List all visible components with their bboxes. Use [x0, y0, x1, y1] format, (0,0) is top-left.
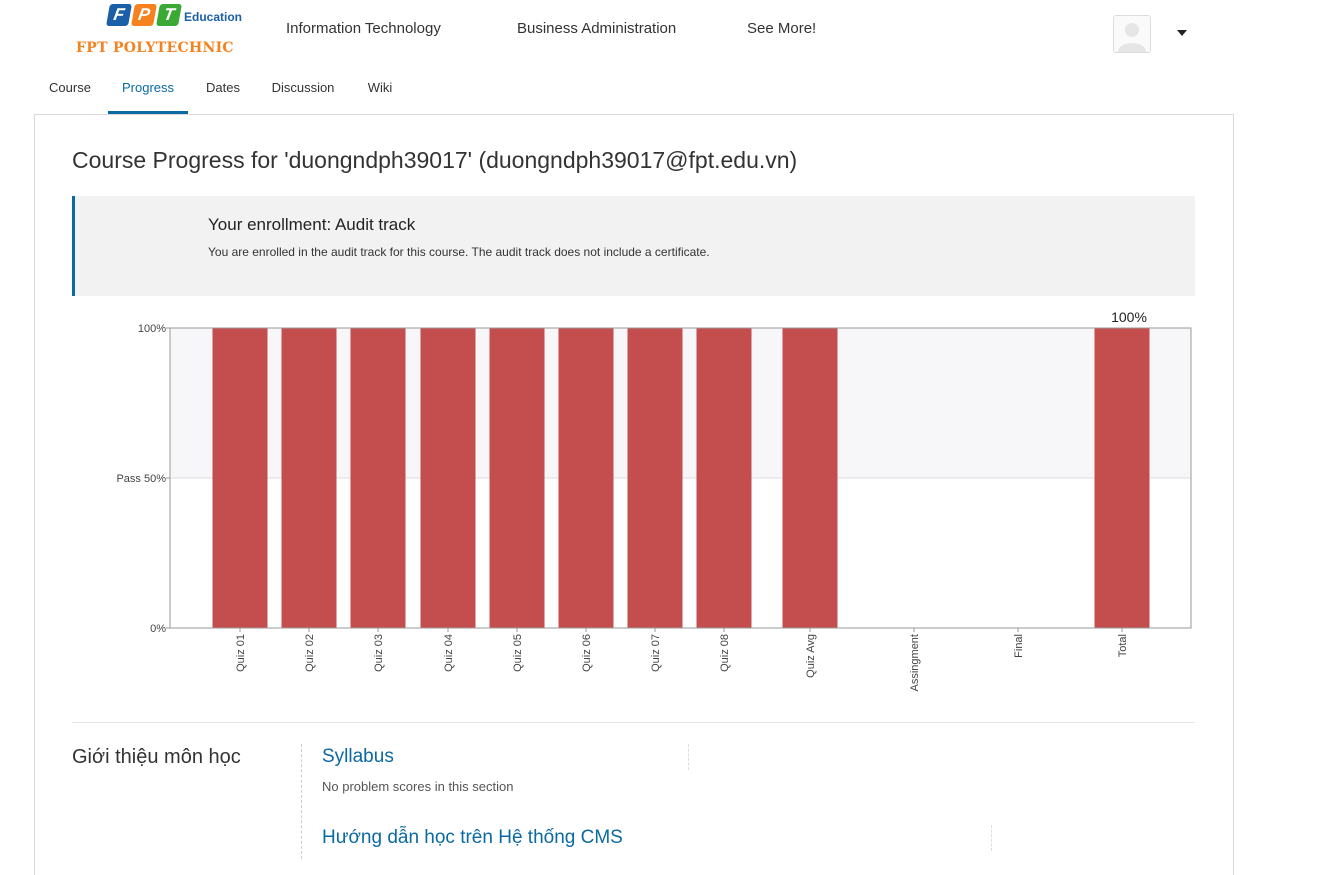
chapter-separator	[301, 744, 302, 859]
subsection-syllabus-note: No problem scores in this section	[322, 779, 514, 794]
subsection-cms-guide-link[interactable]: Hướng dẫn học trên Hệ thống CMS	[322, 827, 623, 849]
subsection-separator	[991, 825, 992, 851]
logo-polytechnic-label: FPT POLYTECHNIC	[76, 40, 234, 56]
fpt-letters: F P T	[106, 4, 182, 26]
logo-letter-p: P	[131, 4, 157, 26]
tab-wiki[interactable]: Wiki	[365, 80, 395, 114]
nav-business-administration[interactable]: Business Administration	[517, 20, 676, 37]
nav-see-more[interactable]: See More!	[747, 20, 816, 37]
enrollment-message: Your enrollment: Audit track You are enr…	[72, 196, 1195, 296]
page-title: Course Progress for 'duongndph39017' (du…	[72, 147, 798, 173]
nav-information-technology[interactable]: Information Technology	[286, 20, 441, 37]
logo-letter-f: F	[106, 4, 132, 26]
subsection-separator	[688, 744, 689, 770]
tab-discussion[interactable]: Discussion	[270, 80, 336, 114]
chapter-title: Giới thiệu môn học	[72, 746, 241, 768]
subsection-syllabus-link[interactable]: Syllabus	[322, 746, 394, 768]
logo-education-label: Education	[184, 10, 243, 24]
fpt-polytechnic-logo[interactable]: F P T Education FPT POLYTECHNIC	[76, 4, 246, 60]
user-silhouette-icon	[1118, 23, 1146, 52]
tab-dates[interactable]: Dates	[204, 80, 242, 114]
enrollment-title: Your enrollment: Audit track	[208, 215, 416, 234]
user-avatar[interactable]	[1113, 15, 1151, 53]
site-header: F P T Education FPT POLYTECHNIC Informat…	[0, 0, 1335, 68]
section-divider	[72, 722, 1195, 723]
tab-progress[interactable]: Progress	[108, 80, 188, 114]
user-menu-caret-icon[interactable]	[1177, 30, 1187, 36]
logo-letter-t: T	[156, 4, 182, 26]
enrollment-text: You are enrolled in the audit track for …	[208, 245, 710, 259]
tab-course[interactable]: Course	[48, 80, 92, 114]
